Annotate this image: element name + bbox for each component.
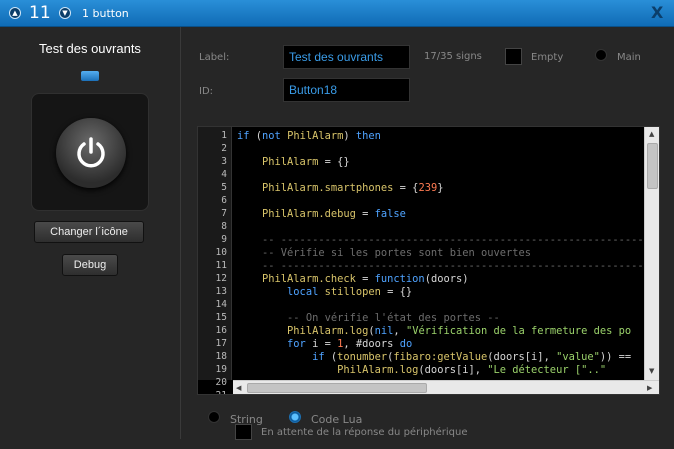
- main-radio[interactable]: [595, 49, 607, 61]
- line-number: 9: [221, 234, 227, 245]
- code-line: for i = 1, #doors do: [237, 338, 413, 350]
- line-number: 21: [216, 390, 227, 394]
- line-number: 5: [221, 182, 227, 193]
- line-number: 16: [215, 325, 227, 336]
- string-radio[interactable]: [208, 411, 220, 423]
- debug-button[interactable]: Debug: [62, 254, 118, 276]
- chevron-up-icon[interactable]: ▲: [9, 7, 21, 19]
- horizontal-scroll-thumb[interactable]: [247, 383, 427, 393]
- code-line: PhilAlarm = {}: [237, 156, 350, 168]
- code-line: -- Vérifie si les portes sont bien ouver…: [237, 247, 532, 259]
- line-number: 1: [221, 130, 227, 141]
- code-area[interactable]: if (not PhilAlarm) then PhilAlarm = {} P…: [233, 127, 643, 380]
- title-bar: ▲ 11 ▼ 1 button X: [0, 0, 674, 27]
- signs-counter: 17/35 signs: [424, 51, 482, 62]
- button-icon-box[interactable]: [31, 93, 149, 211]
- line-number: 6: [221, 195, 227, 206]
- horizontal-scrollbar[interactable]: ◀ ▶: [233, 380, 659, 394]
- button-preview-panel: Test des ouvrants Changer l´icône Debug: [0, 27, 180, 449]
- scroll-left-icon[interactable]: ◀: [236, 384, 241, 392]
- id-caption: ID:: [199, 86, 214, 97]
- lua-code-editor[interactable]: 123456789101112131415161718192021 if (no…: [197, 126, 660, 395]
- line-number: 10: [215, 247, 227, 258]
- window-title: 1 button: [82, 7, 129, 20]
- line-number: 7: [221, 208, 227, 219]
- panel-divider: [180, 27, 181, 439]
- device-number: 11: [29, 3, 51, 23]
- empty-label: Empty: [531, 52, 564, 63]
- line-number: 12: [215, 273, 227, 284]
- code-line: PhilAlarm.log(doors[i], "Le détecteur ["…: [237, 364, 607, 376]
- line-number: 15: [215, 312, 227, 323]
- main-label: Main: [617, 52, 641, 63]
- line-number: 4: [221, 169, 227, 180]
- line-number-gutter: 123456789101112131415161718192021: [198, 127, 232, 394]
- code-line: PhilAlarm.debug = false: [237, 208, 406, 220]
- code-line: PhilAlarm.smartphones = {239}: [237, 182, 444, 194]
- line-number: 13: [215, 286, 227, 297]
- code-line: if (tonumber(fibaro:getValue(doors[i], "…: [237, 351, 632, 363]
- power-icon: [56, 118, 126, 188]
- device-status-text: En attente de la réponse du périphérique: [261, 427, 468, 438]
- scroll-right-icon[interactable]: ▶: [647, 384, 652, 392]
- line-number: 3: [221, 156, 227, 167]
- code-line: if (not PhilAlarm) then: [237, 130, 381, 142]
- code-line: PhilAlarm.log(nil, "Vérification de la f…: [237, 325, 632, 337]
- id-input[interactable]: Button18: [283, 78, 410, 102]
- close-icon[interactable]: X: [651, 3, 663, 22]
- vertical-scrollbar[interactable]: ▲ ▼: [644, 127, 659, 380]
- chevron-down-icon[interactable]: ▼: [59, 7, 71, 19]
- lua-code-radio[interactable]: [289, 411, 301, 423]
- code-line: -- On vérifie l'état des portes --: [237, 312, 500, 324]
- line-number: 14: [215, 299, 227, 310]
- code-line: local stillopen = {}: [237, 286, 413, 298]
- status-indicator: [235, 424, 252, 440]
- scroll-down-icon[interactable]: ▼: [649, 367, 654, 375]
- line-number: 18: [215, 351, 227, 362]
- line-number: 11: [215, 260, 227, 271]
- code-line: PhilAlarm.check = function(doors): [237, 273, 469, 285]
- vertical-scroll-thumb[interactable]: [647, 143, 658, 189]
- line-number: 2: [221, 143, 227, 154]
- lua-code-label: Code Lua: [311, 413, 363, 426]
- label-input[interactable]: Test des ouvrants: [283, 45, 410, 69]
- button-name: Test des ouvrants: [39, 41, 141, 56]
- change-icon-button[interactable]: Changer l´icône: [34, 221, 144, 243]
- empty-checkbox[interactable]: [505, 48, 522, 65]
- label-caption: Label:: [199, 52, 230, 63]
- line-number: 19: [215, 364, 227, 375]
- line-number: 8: [221, 221, 227, 232]
- code-line: -- -------------------------------------…: [237, 234, 643, 246]
- scroll-up-icon[interactable]: ▲: [649, 130, 654, 138]
- line-number: 17: [215, 338, 227, 349]
- code-line: -- -------------------------------------…: [237, 260, 643, 272]
- line-number: 20: [215, 377, 227, 388]
- status-led: [81, 71, 99, 81]
